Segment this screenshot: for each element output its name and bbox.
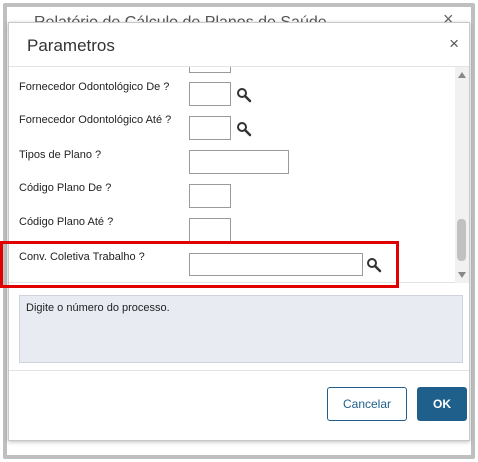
dialog-footer: Cancelar OK	[9, 370, 469, 441]
param-label: Código Plano De ?	[19, 182, 112, 194]
parameters-dialog: Parametros × Fornecedor Odontológico De …	[8, 22, 470, 441]
search-icon[interactable]	[236, 121, 252, 137]
scroll-up-arrow-icon[interactable]	[458, 72, 466, 78]
ok-button[interactable]: OK	[417, 387, 467, 421]
scrollbar-thumb[interactable]	[457, 219, 466, 261]
highlight-annotation	[0, 241, 399, 288]
vertical-scrollbar[interactable]	[455, 67, 469, 283]
param-label: Código Plano Até ?	[19, 216, 114, 228]
fornecedor-odonto-de-input[interactable]	[189, 82, 231, 106]
scroll-down-arrow-icon[interactable]	[458, 272, 466, 278]
param-label: Fornecedor Odontológico De ?	[19, 81, 170, 93]
cancel-button[interactable]: Cancelar	[327, 387, 407, 421]
close-icon[interactable]: ×	[449, 35, 459, 53]
dialog-header: Parametros ×	[9, 23, 469, 67]
tipos-plano-input[interactable]	[189, 150, 289, 174]
codigo-plano-ate-input[interactable]	[189, 218, 231, 242]
param-label: Tipos de Plano ?	[19, 149, 102, 161]
codigo-plano-de-input[interactable]	[189, 184, 231, 208]
fornecedor-odonto-ate-input[interactable]	[189, 116, 231, 140]
help-box: Digite o número do processo.	[19, 295, 463, 363]
param-label: Fornecedor Odontológico Até ?	[19, 114, 172, 126]
previous-field-partial[interactable]	[189, 67, 231, 73]
dialog-title: Parametros	[27, 36, 115, 55]
search-icon[interactable]	[236, 87, 252, 103]
help-text: Digite o número do processo.	[26, 302, 170, 314]
